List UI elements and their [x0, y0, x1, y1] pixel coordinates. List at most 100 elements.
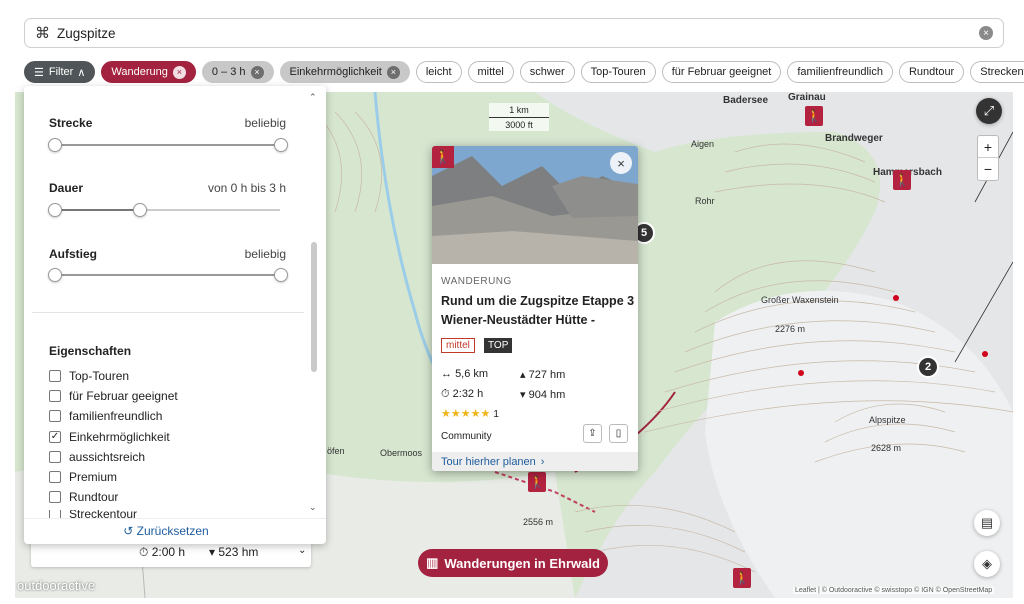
checkbox[interactable]	[49, 390, 61, 402]
map-label: Alpspitze	[869, 415, 906, 425]
map-label: Grainau	[788, 92, 826, 103]
reset-label: Zurücksetzen	[136, 524, 209, 538]
popup-title-line1[interactable]: Rund um die Zugspitze Etappe 3	[441, 294, 634, 308]
hiking-marker[interactable]: 🚶	[805, 106, 823, 126]
slider-handle-max[interactable]	[133, 203, 147, 217]
checkbox-label: Einkehrmöglichkeit	[69, 430, 170, 444]
filter-toggle-button[interactable]: ☰ Filter ∧	[24, 61, 96, 83]
search-bar[interactable]: ⌘ Zugspitze ×	[24, 18, 1004, 48]
chip-label: Filter	[48, 66, 74, 78]
aufstieg-title: Aufstieg	[49, 247, 97, 261]
checkbox-label: aussichtsreich	[69, 450, 146, 464]
cta-label: Wanderungen in Ehrwald	[444, 555, 600, 571]
remove-chip-icon[interactable]: ×	[172, 65, 186, 79]
descent-value: ▾ 523 hm	[209, 545, 259, 559]
tour-photo	[432, 146, 638, 264]
tour-popup[interactable]: 🚶 × WANDERUNG Rund um die Zugspitze Etap…	[432, 146, 638, 471]
chip-streckentour[interactable]: Streckentour	[970, 61, 1024, 83]
checkbox-top-touren[interactable]: Top-Touren	[49, 369, 129, 383]
plan-tour-link[interactable]: Tour hierher planen ›	[432, 452, 638, 471]
chip-rundtour[interactable]: Rundtour	[898, 61, 965, 83]
slider-handle-min[interactable]	[48, 268, 62, 282]
close-icon[interactable]: ×	[610, 152, 632, 174]
slider-handle-max[interactable]	[274, 138, 288, 152]
hiking-marker[interactable]: 🚶	[893, 170, 911, 190]
clear-search-icon[interactable]: ×	[979, 26, 993, 40]
strecke-title: Strecke	[49, 116, 93, 130]
checkbox[interactable]	[49, 510, 61, 518]
scroll-down-icon[interactable]: ⌄	[309, 502, 317, 513]
checkbox-label: Top-Touren	[69, 369, 130, 383]
strecke-value: beliebig	[244, 116, 286, 130]
hikes-in-ehrwald-button[interactable]: ▥ Wanderungen in Ehrwald	[418, 549, 608, 577]
checkbox[interactable]	[49, 370, 61, 382]
filter-chips: ☰ Filter ∧ Wanderung × 0 – 3 h × Einkehrmögl…	[24, 61, 1024, 83]
chip-februar[interactable]: für Februar geeignet	[661, 61, 782, 83]
reset-button[interactable]: ↺ Zurücksetzen	[24, 524, 308, 538]
checkbox-einkehr[interactable]: ✓ Einkehrmöglichkeit	[49, 430, 170, 444]
divider	[24, 518, 326, 519]
checkbox-rundtour[interactable]: Rundtour	[49, 490, 118, 504]
checkmark-icon[interactable]: ✓	[49, 431, 61, 443]
clock-icon: ⏱	[441, 388, 453, 400]
scroll-up-icon[interactable]: ⌃	[309, 92, 317, 103]
remove-chip-icon[interactable]: ×	[250, 65, 264, 79]
chip-schwer[interactable]: schwer	[519, 61, 575, 83]
checkbox[interactable]	[49, 491, 61, 503]
chevron-down-icon[interactable]: ⌄	[298, 545, 306, 556]
dauer-title: Dauer	[49, 181, 84, 195]
chip-duration[interactable]: 0 – 3 h ×	[201, 61, 274, 83]
cluster-marker[interactable]: 2	[917, 356, 939, 378]
chip-label: 0 – 3 h	[211, 66, 246, 78]
checkbox-streckentour[interactable]: Streckentour	[49, 510, 137, 518]
divider	[32, 312, 304, 313]
checkbox[interactable]	[49, 471, 61, 483]
hiking-marker[interactable]: 🚶	[733, 568, 751, 588]
checkbox-februar[interactable]: für Februar geeignet	[49, 389, 178, 403]
zoom-out-button[interactable]: −	[978, 158, 998, 180]
difficulty-badge: mittel	[441, 338, 475, 353]
checkbox-familienfreundlich[interactable]: familienfreundlich	[49, 409, 162, 423]
map-book-icon[interactable]: ▤	[974, 510, 1000, 536]
ascent-stat: ▴ 727 hm	[520, 368, 565, 381]
aufstieg-value: beliebig	[244, 247, 286, 261]
layers-icon[interactable]: ◈	[974, 551, 1000, 577]
search-input[interactable]: Zugspitze	[57, 26, 979, 41]
chip-leicht[interactable]: leicht	[415, 61, 462, 83]
map-label: öfen	[327, 446, 345, 456]
scrollbar-thumb[interactable]	[311, 242, 317, 372]
chip-top-touren[interactable]: Top-Touren	[580, 61, 656, 83]
book-icon: ▥	[426, 555, 439, 570]
zoom-in-button[interactable]: +	[978, 136, 998, 158]
scrollbar[interactable]: ⌃ ⌄	[308, 92, 320, 512]
bookmark-icon[interactable]: ▯	[609, 424, 628, 443]
ascent-value: 727 hm	[528, 369, 566, 381]
share-icon[interactable]: ⇪	[583, 424, 602, 443]
checkbox[interactable]	[49, 451, 61, 463]
rating-stars: ★★★★★	[441, 408, 491, 420]
chip-wanderung[interactable]: Wanderung ×	[101, 61, 196, 83]
filter-panel: Strecke beliebig Dauer von 0 h bis 3 h A…	[24, 86, 326, 544]
slider-handle-max[interactable]	[274, 268, 288, 282]
remove-chip-icon[interactable]: ×	[386, 65, 400, 79]
strecke-slider[interactable]	[54, 144, 280, 146]
fullscreen-icon[interactable]: ⤢	[976, 98, 1002, 124]
chip-familienfreundlich[interactable]: familienfreundlich	[787, 61, 893, 83]
chip-einkehr[interactable]: Einkehrmöglichkeit ×	[279, 61, 410, 83]
slider-handle-min[interactable]	[48, 138, 62, 152]
hiking-marker[interactable]: 🚶	[528, 472, 546, 492]
slider-handle-min[interactable]	[48, 203, 62, 217]
checkbox-premium[interactable]: Premium	[49, 470, 117, 484]
descent-value: 904 hm	[528, 389, 566, 401]
checkbox[interactable]	[49, 410, 61, 422]
zoom-control: + −	[977, 135, 999, 181]
popup-title-line2[interactable]: Wiener-Neustädter Hütte -	[441, 313, 595, 327]
chip-label: Einkehrmöglichkeit	[289, 66, 382, 78]
map-scale: 1 km 3000 ft	[489, 103, 549, 131]
checkbox-label: Rundtour	[69, 490, 119, 504]
checkbox-aussichtsreich[interactable]: aussichtsreich	[49, 450, 145, 464]
aufstieg-slider[interactable]	[54, 274, 280, 276]
chip-mittel[interactable]: mittel	[467, 61, 514, 83]
distance-value: 5,6 km	[455, 368, 489, 380]
ascent-icon: ▴	[520, 369, 529, 381]
